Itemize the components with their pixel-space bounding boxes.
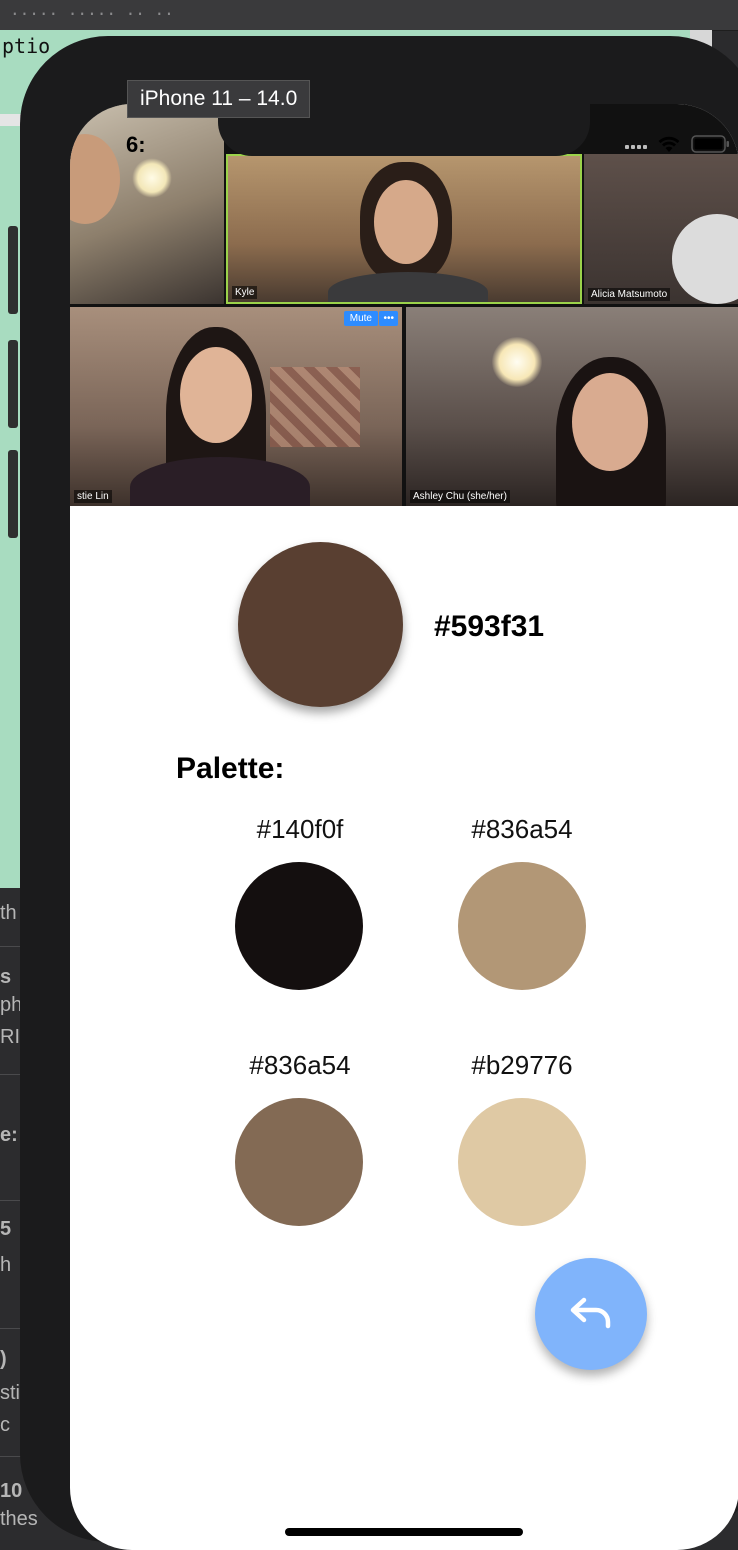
participant-name: Alicia Matsumoto [588, 288, 671, 301]
palette-swatch[interactable] [458, 862, 586, 990]
palette-hex-label: #b29776 [471, 1050, 573, 1080]
wifi-icon [657, 135, 681, 158]
ide-gutter-marker [8, 226, 18, 314]
palette-swatch[interactable] [235, 862, 363, 990]
video-tile-speaker[interactable]: Kyle [226, 154, 582, 304]
ide-code-line: ptio [2, 34, 51, 58]
status-icons [625, 134, 731, 159]
ide-lower-text: sti [0, 1382, 20, 1404]
palette-hex-label: #836a54 [249, 1050, 351, 1080]
selected-color-hex: #593f31 [434, 610, 545, 643]
ide-toolbar: ..... ..... .. .. [0, 0, 738, 31]
ide-lower-text: h [0, 1254, 12, 1276]
video-call-grid: Kyle Alicia Matsumoto Mute ••• stie Lin … [70, 104, 738, 506]
ide-gutter-marker [8, 450, 18, 538]
mute-button[interactable]: Mute [343, 311, 378, 326]
ide-lower-text: s [0, 966, 12, 988]
ide-lower-text: thes [0, 1508, 38, 1530]
video-tile-left [70, 104, 224, 304]
app-screen: Kyle Alicia Matsumoto Mute ••• stie Lin … [70, 104, 738, 1550]
more-options-button[interactable]: ••• [379, 311, 398, 326]
battery-icon [691, 134, 731, 159]
palette-hex-label: #836a54 [471, 814, 573, 844]
ide-lower-text: RI [0, 1026, 20, 1048]
ide-gutter-marker [8, 340, 18, 428]
back-fab-button[interactable] [535, 1258, 647, 1370]
status-time: 6: [126, 132, 146, 157]
ide-lower-text: ph [0, 994, 23, 1016]
ide-lower-text: ) [0, 1348, 7, 1370]
reply-icon [568, 1292, 614, 1337]
home-indicator [285, 1528, 523, 1536]
palette-swatch[interactable] [458, 1098, 586, 1226]
iphone-frame: Kyle Alicia Matsumoto Mute ••• stie Lin … [20, 36, 738, 1550]
palette-title: Palette: [176, 752, 285, 785]
palette-hex-label: #140f0f [256, 814, 344, 844]
cellular-signal-icon [625, 144, 647, 149]
ide-lower-text: e: [0, 1124, 18, 1146]
video-tile-right: Alicia Matsumoto [584, 154, 738, 304]
video-tile-bottom-left: Mute ••• stie Lin [70, 307, 402, 506]
ide-toolbar-text: ..... ..... .. .. [10, 0, 174, 19]
selected-color-swatch [238, 542, 403, 707]
participant-name: stie Lin [74, 490, 112, 503]
ide-lower-text: 10 [0, 1480, 23, 1502]
ide-lower-text: 5 [0, 1218, 12, 1240]
simulator-device-label: iPhone 11 – 14.0 [127, 80, 311, 118]
ide-lower-text: th [0, 902, 17, 924]
participant-name: Kyle [232, 286, 258, 299]
ide-lower-text: c [0, 1414, 10, 1436]
palette-swatch[interactable] [235, 1098, 363, 1226]
video-tile-bottom-right: Ashley Chu (she/her) [406, 307, 738, 506]
participant-name: Ashley Chu (she/her) [410, 490, 510, 503]
